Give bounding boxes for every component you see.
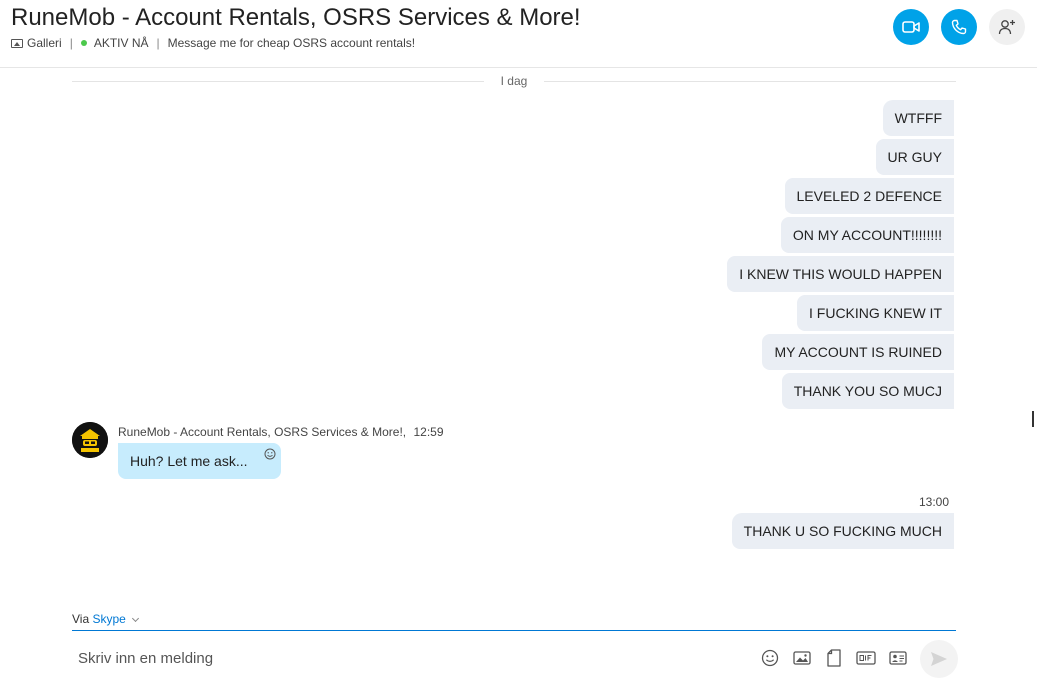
outgoing-message[interactable]: THANK U SO FUCKING MUCH (731, 513, 954, 549)
incoming-message[interactable]: Huh? Let me ask... (118, 443, 281, 479)
message-input[interactable] (72, 640, 742, 676)
day-divider: I dag (72, 74, 956, 88)
add-participant-button[interactable] (989, 9, 1025, 45)
via-label: Via (72, 612, 90, 626)
message-time: 12:59 (413, 425, 444, 439)
outgoing-message[interactable]: WTFFF (882, 100, 954, 136)
emoji-button[interactable] (760, 648, 780, 668)
header-subline: Galleri | AKTIV NÅ | Message me for chea… (11, 36, 415, 50)
chevron-down-icon[interactable] (132, 614, 140, 623)
send-file-button[interactable] (824, 648, 844, 668)
message-meta: RuneMob - Account Rentals, OSRS Services… (118, 425, 444, 439)
presence-status: AKTIV NÅ (93, 36, 149, 50)
emoji-reaction-icon[interactable] (264, 448, 276, 460)
contact-avatar-icon (72, 422, 108, 458)
mood-message: Message me for cheap OSRS account rental… (167, 36, 416, 50)
divider-line (544, 81, 956, 82)
video-call-button[interactable] (893, 9, 929, 45)
avatar[interactable] (72, 422, 108, 458)
send-icon (931, 652, 947, 666)
outgoing-message[interactable]: UR GUY (875, 139, 954, 175)
send-contact-button[interactable] (888, 648, 908, 668)
outgoing-message[interactable]: THANK YOU SO MUCJ (781, 373, 954, 409)
contact-card-icon (889, 651, 907, 665)
image-icon (793, 651, 811, 665)
outgoing-message[interactable]: ON MY ACCOUNT!!!!!!!! (780, 217, 954, 253)
phone-icon (951, 19, 967, 35)
separator: | (156, 36, 160, 50)
via-selector[interactable]: Via Skype (72, 612, 140, 626)
outgoing-message[interactable]: MY ACCOUNT IS RUINED (762, 334, 954, 370)
file-icon (827, 649, 841, 667)
send-button[interactable] (920, 640, 958, 678)
gallery-icon[interactable] (11, 38, 23, 48)
message-list[interactable]: I dag WTFFF UR GUY LEVELED 2 DEFENCE ON … (0, 68, 1037, 568)
scrollbar-thumb[interactable] (1032, 411, 1034, 427)
audio-call-button[interactable] (941, 9, 977, 45)
separator: | (69, 36, 73, 50)
video-camera-icon (902, 21, 920, 33)
sender-name: RuneMob - Account Rentals, OSRS Services… (118, 425, 407, 439)
via-service-link[interactable]: Skype (92, 612, 125, 626)
composer-divider (72, 630, 956, 631)
conversation-title[interactable]: RuneMob - Account Rentals, OSRS Services… (11, 4, 581, 32)
gallery-link[interactable]: Galleri (27, 36, 62, 50)
message-time: 13:00 (918, 495, 949, 509)
send-image-button[interactable] (792, 648, 812, 668)
outgoing-message[interactable]: LEVELED 2 DEFENCE (784, 178, 954, 214)
outgoing-message[interactable]: I KNEW THIS WOULD HAPPEN (727, 256, 954, 292)
send-gif-button[interactable] (856, 648, 876, 668)
outgoing-message[interactable]: I FUCKING KNEW IT (797, 295, 954, 331)
gif-icon (856, 651, 876, 665)
add-person-icon (998, 20, 1015, 35)
online-status-icon (80, 40, 87, 46)
chat-header: RuneMob - Account Rentals, OSRS Services… (0, 0, 1037, 68)
emoji-icon (761, 649, 779, 667)
incoming-message-text: Huh? Let me ask... (130, 453, 248, 469)
